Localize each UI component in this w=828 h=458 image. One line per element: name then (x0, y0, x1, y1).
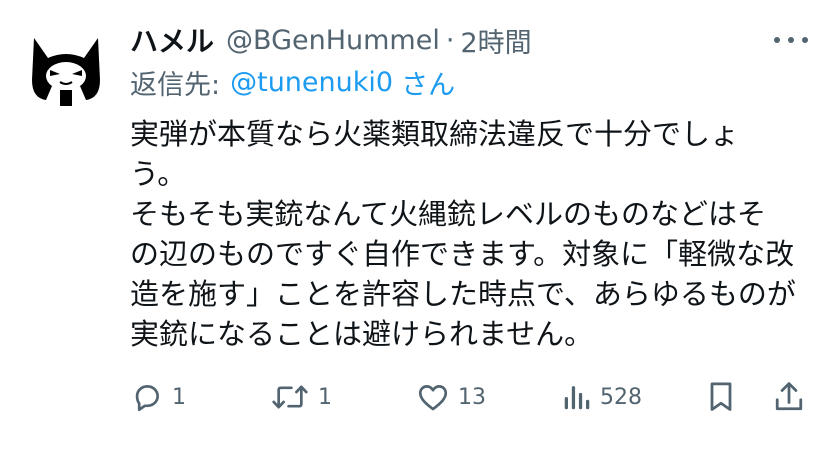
bookmark-icon (710, 382, 732, 411)
replying-prefix: 返信先: (130, 69, 221, 101)
tweet-text: 実弾が本質なら火薬類取締法違反で十分でしょ う。 そもそも実銃なんて火縄銃レベル… (130, 114, 810, 354)
tweet-text-line: う。 (130, 157, 187, 191)
tweet-text-line: 実弾が本質なら火薬類取締法違反で十分でしょ (130, 117, 740, 151)
retweet-count: 1 (318, 384, 332, 410)
tweet-header: ハメル @BGenHummel · 2時間 (130, 18, 532, 62)
tweet-text-line: 造を施す」ことを許容した時点で、あらゆるものが (130, 277, 796, 311)
action-bar: 1 1 13 528 (130, 374, 820, 420)
separator: · (445, 24, 455, 56)
like-button[interactable]: 13 (416, 374, 486, 420)
replying-to: 返信先: @tunenuki0 さん (130, 62, 455, 102)
replying-suffix: さん (401, 69, 456, 101)
reply-button[interactable]: 1 (130, 374, 186, 420)
views-count: 528 (600, 384, 642, 410)
reply-count: 1 (172, 384, 186, 410)
retweet-icon (272, 385, 308, 409)
views-icon (564, 386, 590, 410)
retweet-button[interactable]: 1 (270, 374, 332, 420)
tweet-text-line: の辺のものですぐ自作できます。対象に「軽微な改 (130, 237, 795, 271)
views-button[interactable]: 528 (562, 374, 642, 420)
like-count: 13 (458, 384, 486, 410)
share-icon (775, 382, 803, 411)
hooded-cat-avatar-icon (32, 38, 100, 106)
more-icon[interactable] (774, 30, 808, 50)
tweet-text-line: 実銃になることは避けられません。 (130, 317, 594, 351)
replying-mention-link[interactable]: @tunenuki0 (230, 67, 393, 98)
share-button[interactable] (772, 374, 806, 420)
display-name[interactable]: ハメル (130, 20, 214, 60)
bookmark-button[interactable] (704, 374, 738, 420)
heart-icon (418, 385, 448, 411)
timestamp[interactable]: 2時間 (460, 21, 531, 60)
avatar[interactable] (20, 20, 112, 112)
tweet-text-line: そもそも実銃なんて火縄銃レベルのものなどはそ (130, 197, 766, 231)
reply-icon (135, 385, 159, 412)
user-handle[interactable]: @BGenHummel (226, 25, 440, 56)
